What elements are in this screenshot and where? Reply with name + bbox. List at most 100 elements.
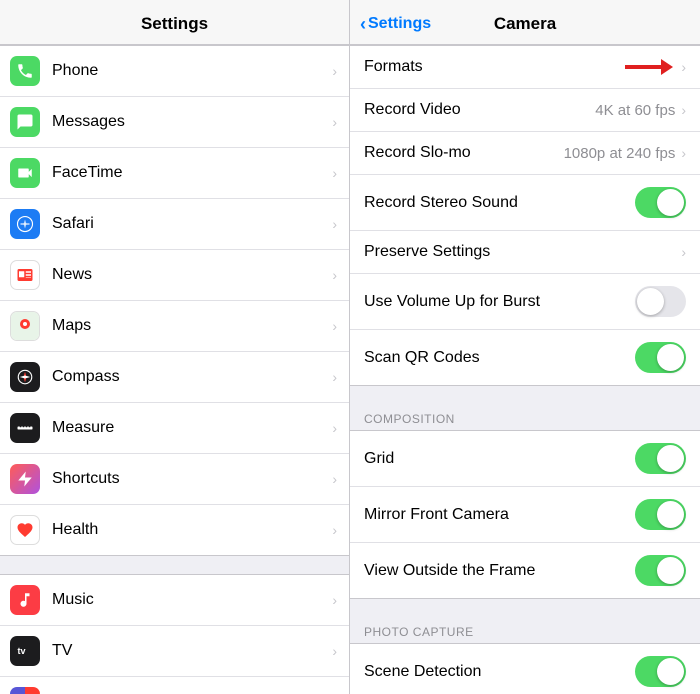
formats-label: Formats xyxy=(364,58,625,76)
shortcuts-label: Shortcuts xyxy=(52,470,332,488)
record-stereo-toggle[interactable] xyxy=(635,187,686,218)
measure-icon xyxy=(10,413,40,443)
scene-detection-item[interactable]: Scene Detection xyxy=(350,644,700,694)
safari-icon xyxy=(10,209,40,239)
record-slomo-chevron: › xyxy=(681,145,686,161)
record-slomo-label: Record Slo-mo xyxy=(364,144,564,162)
use-volume-label: Use Volume Up for Burst xyxy=(364,293,635,311)
sidebar-item-shortcuts[interactable]: Shortcuts › xyxy=(0,454,349,505)
use-volume-toggle[interactable] xyxy=(635,286,686,317)
messages-label: Messages xyxy=(52,113,332,131)
use-volume-toggle-thumb xyxy=(637,288,664,315)
record-slomo-value: 1080p at 240 fps xyxy=(564,145,676,162)
mirror-front-toggle[interactable] xyxy=(635,499,686,530)
composition-header: COMPOSITION xyxy=(350,404,700,430)
messages-chevron: › xyxy=(332,114,337,130)
scan-qr-label: Scan QR Codes xyxy=(364,349,635,367)
preserve-settings-chevron: › xyxy=(681,244,686,260)
sidebar-item-news[interactable]: News › xyxy=(0,250,349,301)
compass-chevron: › xyxy=(332,369,337,385)
news-chevron: › xyxy=(332,267,337,283)
sidebar-item-safari[interactable]: Safari › xyxy=(0,199,349,250)
scene-detection-label: Scene Detection xyxy=(364,663,635,681)
sidebar-item-messages[interactable]: Messages › xyxy=(0,97,349,148)
measure-chevron: › xyxy=(332,420,337,436)
toggle-thumb xyxy=(657,189,684,216)
sidebar-item-measure[interactable]: Measure › xyxy=(0,403,349,454)
top-settings-group: Phone › Messages › FaceTime › Safari › xyxy=(0,45,349,556)
music-chevron: › xyxy=(332,592,337,608)
sidebar-item-tv[interactable]: tv TV › xyxy=(0,626,349,677)
composition-group: Grid Mirror Front Camera View Outside th… xyxy=(350,430,700,599)
record-video-value: 4K at 60 fps xyxy=(595,102,675,119)
back-button[interactable]: ‹ Settings xyxy=(360,14,431,35)
scan-qr-toggle[interactable] xyxy=(635,342,686,373)
grid-toggle[interactable] xyxy=(635,443,686,474)
health-icon xyxy=(10,515,40,545)
sidebar-item-phone[interactable]: Phone › xyxy=(0,46,349,97)
sidebar-item-photos[interactable]: Photos › xyxy=(0,677,349,694)
measure-label: Measure xyxy=(52,419,332,437)
sidebar-item-health[interactable]: Health › xyxy=(0,505,349,555)
shortcuts-chevron: › xyxy=(332,471,337,487)
formats-red-arrow xyxy=(625,59,673,75)
maps-icon xyxy=(10,311,40,341)
preserve-settings-item[interactable]: Preserve Settings › xyxy=(350,231,700,274)
composition-section: COMPOSITION Grid Mirror Front Camera Vie… xyxy=(350,404,700,617)
mirror-front-label: Mirror Front Camera xyxy=(364,506,635,524)
sidebar-item-maps[interactable]: Maps › xyxy=(0,301,349,352)
back-chevron-icon: ‹ xyxy=(360,14,366,35)
record-stereo-item[interactable]: Record Stereo Sound xyxy=(350,175,700,231)
formats-chevron: › xyxy=(681,59,686,75)
mirror-front-toggle-thumb xyxy=(657,501,684,528)
record-video-label: Record Video xyxy=(364,101,595,119)
sidebar-item-music[interactable]: Music › xyxy=(0,575,349,626)
back-label: Settings xyxy=(368,15,431,33)
right-header: ‹ Settings Camera xyxy=(350,0,700,45)
phone-icon xyxy=(10,56,40,86)
tv-icon: tv xyxy=(10,636,40,666)
health-label: Health xyxy=(52,521,332,539)
view-outside-toggle-thumb xyxy=(657,557,684,584)
phone-chevron: › xyxy=(332,63,337,79)
sidebar-item-facetime[interactable]: FaceTime › xyxy=(0,148,349,199)
preserve-settings-label: Preserve Settings xyxy=(364,243,681,261)
music-icon xyxy=(10,585,40,615)
news-label: News xyxy=(52,266,332,284)
tv-chevron: › xyxy=(332,643,337,659)
tv-label: TV xyxy=(52,642,332,660)
view-outside-label: View Outside the Frame xyxy=(364,562,635,580)
middle-settings-group: Music › tv TV › Photos › Camera xyxy=(0,574,349,694)
safari-label: Safari xyxy=(52,215,332,233)
camera-main-group: Formats › Record Video 4K at 60 fps › Re… xyxy=(350,45,700,386)
mirror-front-item[interactable]: Mirror Front Camera xyxy=(350,487,700,543)
record-slomo-item[interactable]: Record Slo-mo 1080p at 240 fps › xyxy=(350,132,700,175)
sidebar-item-compass[interactable]: Compass › xyxy=(0,352,349,403)
view-outside-toggle[interactable] xyxy=(635,555,686,586)
formats-item[interactable]: Formats › xyxy=(350,46,700,89)
scene-detection-toggle-thumb xyxy=(657,658,684,685)
scan-qr-item[interactable]: Scan QR Codes xyxy=(350,330,700,385)
safari-chevron: › xyxy=(332,216,337,232)
scan-qr-toggle-thumb xyxy=(657,344,684,371)
grid-item[interactable]: Grid xyxy=(350,431,700,487)
maps-label: Maps xyxy=(52,317,332,335)
grid-label: Grid xyxy=(364,450,635,468)
svg-text:tv: tv xyxy=(18,646,26,656)
news-icon xyxy=(10,260,40,290)
camera-page-title: Camera xyxy=(494,14,556,34)
record-video-chevron: › xyxy=(681,102,686,118)
messages-icon xyxy=(10,107,40,137)
facetime-icon xyxy=(10,158,40,188)
health-chevron: › xyxy=(332,522,337,538)
view-outside-item[interactable]: View Outside the Frame xyxy=(350,543,700,598)
compass-icon xyxy=(10,362,40,392)
scene-detection-toggle[interactable] xyxy=(635,656,686,687)
record-video-item[interactable]: Record Video 4K at 60 fps › xyxy=(350,89,700,132)
shortcuts-icon xyxy=(10,464,40,494)
record-stereo-label: Record Stereo Sound xyxy=(364,194,635,212)
left-header: Settings xyxy=(0,0,349,45)
music-label: Music xyxy=(52,591,332,609)
maps-chevron: › xyxy=(332,318,337,334)
use-volume-item[interactable]: Use Volume Up for Burst xyxy=(350,274,700,330)
